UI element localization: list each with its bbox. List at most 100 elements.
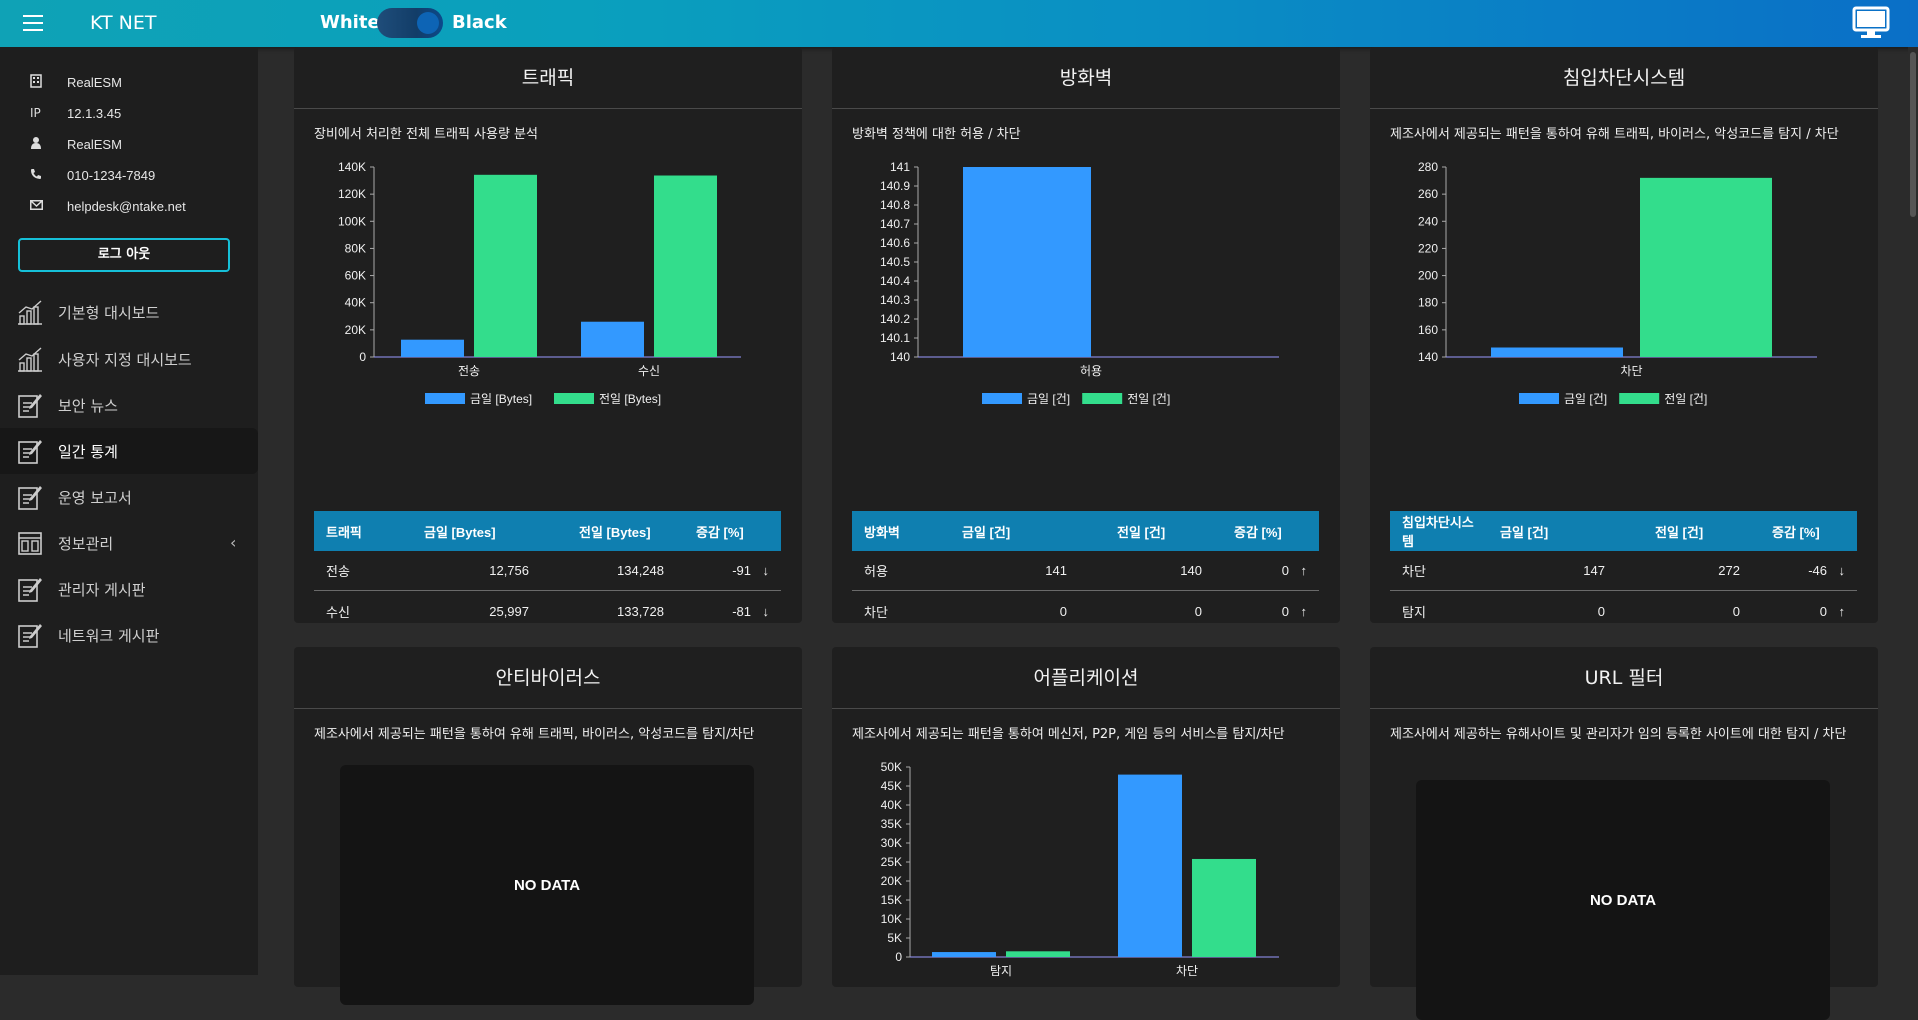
y-tick-label: 141: [890, 160, 910, 174]
table-row: 허용 141 140 0 ↑: [852, 551, 1319, 591]
column-header: 금일 [Bytes]: [424, 524, 496, 540]
antivirus-title: 안티바이러스: [294, 647, 802, 709]
sidebar-item-4[interactable]: 일간 통계: [0, 428, 258, 474]
arrow-down-icon: ↓: [762, 603, 770, 619]
theme-toggle[interactable]: [377, 8, 443, 38]
y-tick-label: 140.2: [880, 312, 910, 326]
y-tick-label: 40K: [345, 296, 366, 310]
arrow-up-icon: ↑: [1300, 603, 1308, 619]
bar: [932, 952, 996, 957]
monitor-icon[interactable]: [1852, 6, 1890, 40]
column-header: 트래픽: [326, 524, 362, 540]
user-email: helpdesk@ntake.net: [67, 198, 186, 214]
urlfilter-title: URL 필터: [1370, 647, 1878, 709]
logout-button[interactable]: 로그 아웃: [18, 238, 230, 272]
sidebar-item-3[interactable]: 보안 뉴스: [0, 382, 258, 428]
y-tick-label: 0: [895, 950, 902, 964]
mail-icon: [30, 199, 52, 213]
x-tick-label: 허용: [1080, 364, 1102, 378]
table-row: 전송 12,756 134,248 -91 ↓: [314, 551, 781, 591]
arrow-up-icon: ↑: [1300, 563, 1308, 578]
y-tick-label: 15K: [881, 893, 902, 907]
column-header: 증감 [%]: [696, 524, 744, 540]
bar: [474, 174, 537, 357]
bar: [1192, 858, 1256, 957]
table-cell: 134,248: [617, 563, 664, 578]
theme-black-label: Black: [452, 12, 507, 33]
y-tick-label: 200: [1418, 269, 1438, 283]
y-tick-label: 140.4: [880, 274, 910, 288]
sidebar-item-label: 사용자 지정 대시보드: [58, 351, 192, 369]
y-tick-label: 260: [1418, 187, 1438, 201]
arrow-down-icon: ↓: [762, 563, 770, 578]
user-name-row: RealESM: [30, 135, 122, 153]
application-card: 어플리케이션 제조사에서 제공되는 패턴을 통하여 메신저, P2P, 게임 등…: [832, 647, 1340, 987]
sidebar-item-8[interactable]: 네트워크 게시판: [0, 612, 258, 658]
edit-doc-icon: [16, 621, 44, 649]
table-header: 트래픽 금일 [Bytes] 전일 [Bytes] 증감 [%]: [314, 511, 781, 551]
hamburger-menu-icon[interactable]: [23, 15, 43, 31]
sidebar-item-5[interactable]: 운영 보고서: [0, 474, 258, 520]
antivirus-card: 안티바이러스 제조사에서 제공되는 패턴을 통하여 유해 트래픽, 바이러스, …: [294, 647, 802, 1005]
urlfilter-card: URL 필터 제조사에서 제공하는 유해사이트 및 관리자가 임의 등록한 사이…: [1370, 647, 1878, 1020]
top-bar: KT NET White Black: [0, 0, 1918, 47]
column-header: 금일 [건]: [1500, 524, 1549, 540]
table-header: 침입차단시스템 금일 [건] 전일 [건] 증감 [%]: [1390, 511, 1857, 551]
table-cell: 허용: [864, 564, 888, 579]
firewall-chart: 140 140.1 140.2 140.3 140.4 140.5 140.6 140.7 14…: [880, 160, 1279, 406]
sidebar-item-label: 관리자 게시판: [58, 581, 146, 599]
y-tick-label: 140.1: [880, 331, 910, 345]
bar: [1491, 347, 1623, 357]
column-header: 증감 [%]: [1234, 524, 1282, 540]
table-cell: 차단: [864, 604, 888, 620]
table-cell-change: 0 ↑: [1819, 603, 1846, 619]
scrollbar-thumb[interactable]: [1910, 52, 1916, 217]
sidebar-item-label: 네트워크 게시판: [58, 627, 160, 645]
sidebar-item-2[interactable]: 사용자 지정 대시보드: [0, 336, 258, 382]
arrow-up-icon: ↑: [1838, 603, 1846, 619]
table-cell-change: -91 ↓: [732, 563, 770, 578]
sidebar-item-7[interactable]: 관리자 게시판: [0, 566, 258, 612]
column-header: 전일 [Bytes]: [579, 524, 651, 540]
antivirus-desc: 제조사에서 제공되는 패턴을 통하여 유해 트래픽, 바이러스, 악성코드를 탐…: [314, 727, 755, 742]
column-header: 전일 [건]: [1655, 524, 1704, 540]
y-tick-label: 140.8: [880, 198, 910, 212]
theme-white-label: White: [320, 12, 380, 33]
sidebar-item-6[interactable]: 정보관리 ‹: [0, 520, 258, 566]
table-row: 차단 147 272 -46 ↓: [1390, 551, 1857, 591]
legend-swatch: [982, 393, 1022, 404]
bar: [581, 321, 644, 357]
sidebar-item-1[interactable]: 기본형 대시보드: [0, 289, 258, 335]
page-scrollbar[interactable]: [1908, 47, 1918, 975]
column-header: 금일 [건]: [962, 524, 1011, 540]
y-tick-label: 160: [1418, 323, 1438, 337]
arrow-down-icon: ↓: [1838, 563, 1846, 578]
y-tick-label: 10K: [881, 912, 902, 926]
y-tick-label: 60K: [345, 269, 366, 283]
y-tick-label: 140.5: [880, 255, 910, 269]
y-tick-label: 20K: [881, 874, 902, 888]
y-tick-label: 280: [1418, 160, 1438, 174]
ips-chart: 140 160 180 200 220 240 260 280 차단금일 [건] 전일 [건]: [1418, 160, 1817, 406]
user-phone: 010-1234-7849: [67, 167, 156, 183]
legend-swatch: [1082, 393, 1123, 404]
sidebar-item-label: 보안 뉴스: [58, 397, 118, 415]
traffic-chart: 0 20K 40K 60K 80K 100K 120K 140K 전송 수신금일 [Bytes] 전…: [338, 160, 741, 406]
application-chart: 0 5K 10K 15K 20K 25K 30K 35K 40K 45K 50K 탐지 차단: [881, 760, 1279, 978]
user-ip: 12.1.3.45: [67, 105, 122, 121]
table-cell: 12,756: [489, 563, 529, 578]
chevron-left-icon[interactable]: ‹: [230, 533, 236, 552]
y-tick-label: 140.9: [880, 179, 910, 193]
table-row: 탐지 0 0 0 ↑: [1390, 591, 1857, 631]
x-tick-label: 차단: [1176, 964, 1198, 978]
y-tick-label: 25K: [881, 855, 902, 869]
user-email-row: helpdesk@ntake.net: [30, 197, 186, 215]
antivirus-no-data: NO DATA: [340, 765, 754, 1005]
y-tick-label: 40K: [881, 798, 902, 812]
ips-table: 침입차단시스템 금일 [건] 전일 [건] 증감 [%] 차단 147 272 -46 ↓ 탐지 0…: [1390, 511, 1857, 631]
edit-doc-icon: [16, 391, 44, 419]
x-tick-label: 전송: [458, 364, 480, 378]
urlfilter-no-data: NO DATA: [1416, 780, 1830, 1020]
bar-chart-icon: [16, 345, 44, 373]
x-tick-label: 탐지: [990, 964, 1012, 978]
